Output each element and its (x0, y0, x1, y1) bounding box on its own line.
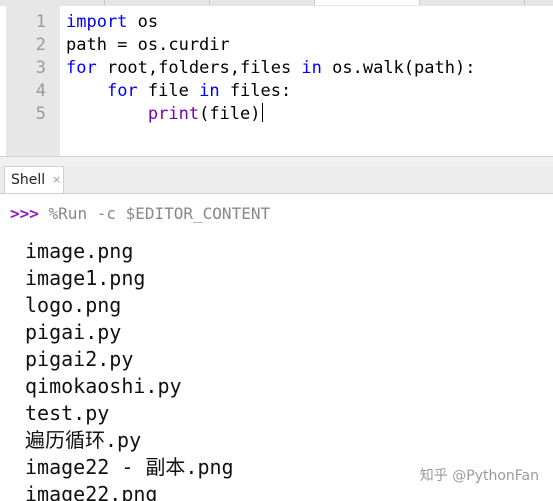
code-token: root,folders,files (96, 58, 302, 78)
line-number: 5 (35, 104, 46, 124)
line-number: 1 (35, 12, 46, 32)
code-token: os.walk(path): (321, 58, 476, 78)
watermark: 知乎 @PythonFan (419, 468, 539, 484)
code-line[interactable]: import os (66, 11, 158, 34)
line-number: 4 (35, 81, 46, 101)
code-token: files: (219, 81, 292, 101)
code-line[interactable]: for root,folders,files in os.walk(path): (66, 57, 475, 80)
line-number-gutter: 1 2 3 4 5 (6, 6, 60, 156)
line-number: 3 (35, 58, 46, 78)
prompt-arrows: >>> (10, 204, 39, 223)
keyword-token: in (301, 58, 322, 78)
shell-tab-bar: Shell × (0, 166, 553, 194)
output-line: pigai2.py (25, 347, 134, 371)
output-line: test.py (25, 401, 110, 425)
shell-console[interactable]: >>> %Run -c $EDITOR_CONTENT image.png ima… (0, 194, 553, 501)
keyword-token: in (199, 81, 220, 101)
code-token: (file) (199, 104, 261, 124)
output-line: 遍历循环.py (25, 428, 142, 452)
editor-tab[interactable] (315, 0, 420, 5)
code-token: file (137, 81, 200, 101)
keyword-token: for (66, 58, 97, 78)
builtin-token: print (147, 104, 200, 124)
editor-tab[interactable] (210, 0, 315, 5)
output-line: image22.png (25, 482, 158, 501)
editor-tab[interactable] (0, 0, 105, 5)
code-line[interactable]: path = os.curdir (66, 34, 230, 57)
keyword-token: import (66, 12, 128, 32)
output-line: logo.png (25, 293, 122, 317)
code-line[interactable]: print(file) (66, 103, 263, 126)
close-icon[interactable]: × (52, 173, 61, 186)
code-token: path = os.curdir (66, 35, 230, 55)
keyword-token: for (106, 81, 138, 101)
tab-shell[interactable]: Shell × (4, 166, 64, 193)
shell-prompt: >>> %Run -c $EDITOR_CONTENT (10, 204, 270, 223)
editor-tab[interactable] (105, 0, 210, 5)
text-caret (261, 103, 263, 122)
code-token: os (127, 12, 159, 32)
output-line: qimokaoshi.py (25, 374, 182, 398)
output-line: image22 - 副本.png (25, 455, 234, 479)
editor-tab[interactable] (420, 0, 525, 5)
line-number: 2 (35, 35, 46, 55)
prompt-command: %Run -c $EDITOR_CONTENT (38, 204, 271, 223)
code-editor[interactable]: 12345 import os path = os.curdir for root,… (0, 6, 553, 156)
shell-tab-label: Shell (11, 172, 46, 188)
output-line: image.png (25, 239, 134, 263)
output-line: pigai.py (25, 320, 122, 344)
output-line: image1.png (25, 266, 146, 290)
code-line[interactable]: for file in files: (66, 80, 291, 103)
